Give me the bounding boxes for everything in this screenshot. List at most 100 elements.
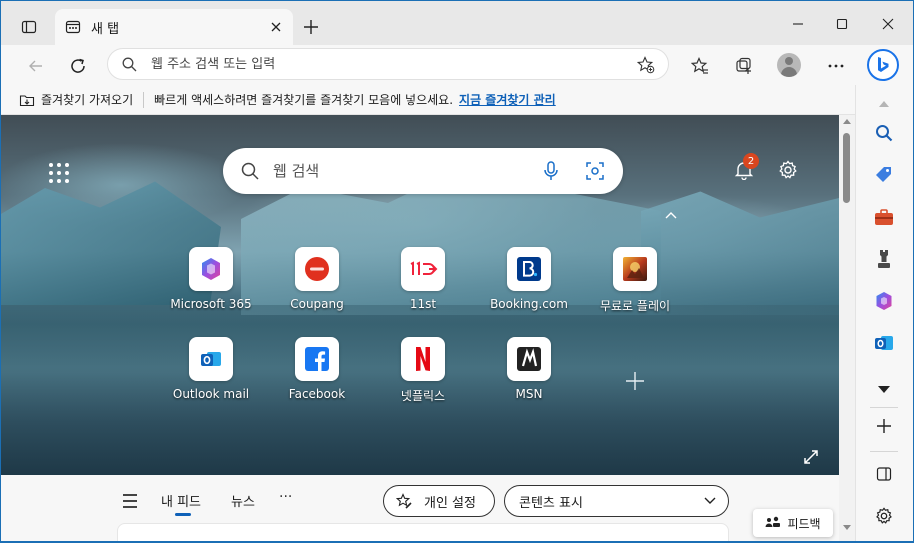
gear-icon [779,160,797,179]
tab-news[interactable]: 뉴스 [231,491,255,510]
tab-new-tab[interactable]: 새 탭 [55,9,293,45]
new-tab-button[interactable] [299,15,323,39]
sidebar-hide-button[interactable] [871,461,897,487]
chevron-up-icon [665,212,677,219]
content-display-dropdown[interactable]: 콘텐츠 표시 [504,485,729,517]
manage-favorites-link[interactable]: 지금 즐겨찾기 관리 [459,91,556,108]
import-favorites-label: 즐겨찾기 가져오기 [41,93,134,107]
web-search-input[interactable] [273,162,523,180]
collapse-tiles-button[interactable] [661,207,681,223]
favorites-divider [143,91,145,108]
visual-search-icon [586,162,604,180]
scroll-up-arrow-icon[interactable] [843,119,851,124]
address-input[interactable] [151,56,611,72]
coupang-icon [295,247,339,291]
sidebar-item-search[interactable] [871,120,897,146]
quick-link-tile[interactable]: Microsoft 365 [156,247,266,327]
plus-icon [626,372,644,390]
microsoft-365-icon [876,292,892,310]
collections-button[interactable] [729,51,759,81]
edge-sidebar [855,85,913,541]
sidebar-item-shopping[interactable] [871,162,897,188]
notification-badge: 2 [743,153,759,169]
content-display-label: 콘텐츠 표시 [519,495,583,511]
booking-icon [507,247,551,291]
sidebar-item-microsoft-365[interactable] [871,288,897,314]
tile-label: MSN [515,387,543,401]
sidebar-settings-button[interactable] [871,503,897,529]
outlook-icon [875,336,893,350]
feedback-button[interactable]: 피드백 [753,509,833,537]
minimize-button[interactable] [775,9,821,39]
tab-close-button[interactable] [267,18,285,36]
tab-actions-button[interactable] [15,13,43,41]
title-bar: 새 탭 [1,1,913,45]
sidebar-item-tools[interactable] [871,204,897,230]
personalize-button[interactable]: 개인 설정 [383,485,495,517]
visual-search-button[interactable] [583,159,607,183]
quick-link-tile[interactable]: Outlook mail [156,337,266,417]
favorites-bar: 즐겨찾기 가져오기 빠르게 액세스하려면 즐겨찾기를 즐겨찾기 모음에 넣으세요… [1,85,855,115]
close-icon [271,22,281,32]
scroll-down-arrow-icon[interactable] [843,525,851,530]
folder-import-icon [19,94,35,106]
full-screen-background-button[interactable] [801,447,821,467]
quick-link-tile[interactable]: 넷플릭스 [368,337,478,417]
settings-more-button[interactable] [821,51,851,81]
web-search-box[interactable] [223,148,623,194]
netflix-icon [401,337,445,381]
msn-icon [507,337,551,381]
gear-icon [876,507,892,524]
expand-diagonal-icon [804,450,818,464]
voice-search-button[interactable] [539,159,563,183]
notifications-button[interactable]: 2 [731,153,759,183]
star-edit-icon [396,493,412,509]
sidebar-panel-icon [876,467,892,481]
quick-link-tile[interactable]: MSN [474,337,584,417]
browser-window: 새 탭 웹 주소 검색 또는 입력 즐겨찾기 가져오기 빠르게 액세스하려면 즐… [1,1,913,541]
tile-label: 무료로 플레이 [599,299,671,313]
window-close-button[interactable] [865,9,911,39]
triangle-down-icon [878,385,890,393]
sidebar-item-outlook[interactable] [871,330,897,356]
minimize-icon [793,23,803,25]
quick-link-tile[interactable]: Booking.com [474,247,584,327]
maximize-icon [836,18,848,30]
plus-icon [877,419,891,433]
tab-actions-icon [21,20,37,34]
profile-avatar[interactable] [777,53,801,77]
refresh-button[interactable] [63,51,93,81]
sidebar-item-games[interactable] [871,246,897,272]
favorites-bar-message: 빠르게 액세스하려면 즐겨찾기를 즐겨찾기 모음에 넣으세요. [154,93,454,107]
feed-menu-button[interactable] [123,491,143,511]
sidebar-scroll-down-button[interactable] [871,376,897,402]
quick-link-tile[interactable]: 11st [368,247,478,327]
facebook-icon [295,337,339,381]
favorites-button[interactable] [685,51,715,81]
quick-link-tile[interactable]: 무료로 플레이 [580,247,690,327]
new-tab-page-icon [65,20,81,34]
microphone-icon [544,161,558,180]
tile-label: Facebook [288,387,346,401]
add-site-button[interactable] [613,359,657,403]
import-favorites-button[interactable]: 즐겨찾기 가져오기 [19,91,133,108]
maximize-button[interactable] [819,9,865,39]
page-scrollbar[interactable] [839,115,855,541]
address-bar[interactable] [107,48,669,80]
add-favorite-button[interactable] [634,53,658,77]
tile-label: Coupang [290,297,344,311]
app-launcher-button[interactable] [47,161,71,185]
tab-my-feed[interactable]: 내 피드 [161,491,201,516]
sidebar-scroll-up-button[interactable] [871,91,897,117]
sidebar-add-button[interactable] [871,413,897,439]
quick-link-tile[interactable]: Coupang [262,247,372,327]
quick-link-tile[interactable]: Facebook [262,337,372,417]
tile-label: 11st [409,297,437,311]
feed-more-button[interactable]: ··· [279,489,292,505]
scroll-thumb[interactable] [843,133,850,203]
tile-label: Outlook mail [172,387,250,401]
back-button[interactable] [21,51,51,81]
page-settings-button[interactable] [775,157,801,183]
bing-copilot-button[interactable] [867,49,899,81]
feed-card [117,523,729,541]
